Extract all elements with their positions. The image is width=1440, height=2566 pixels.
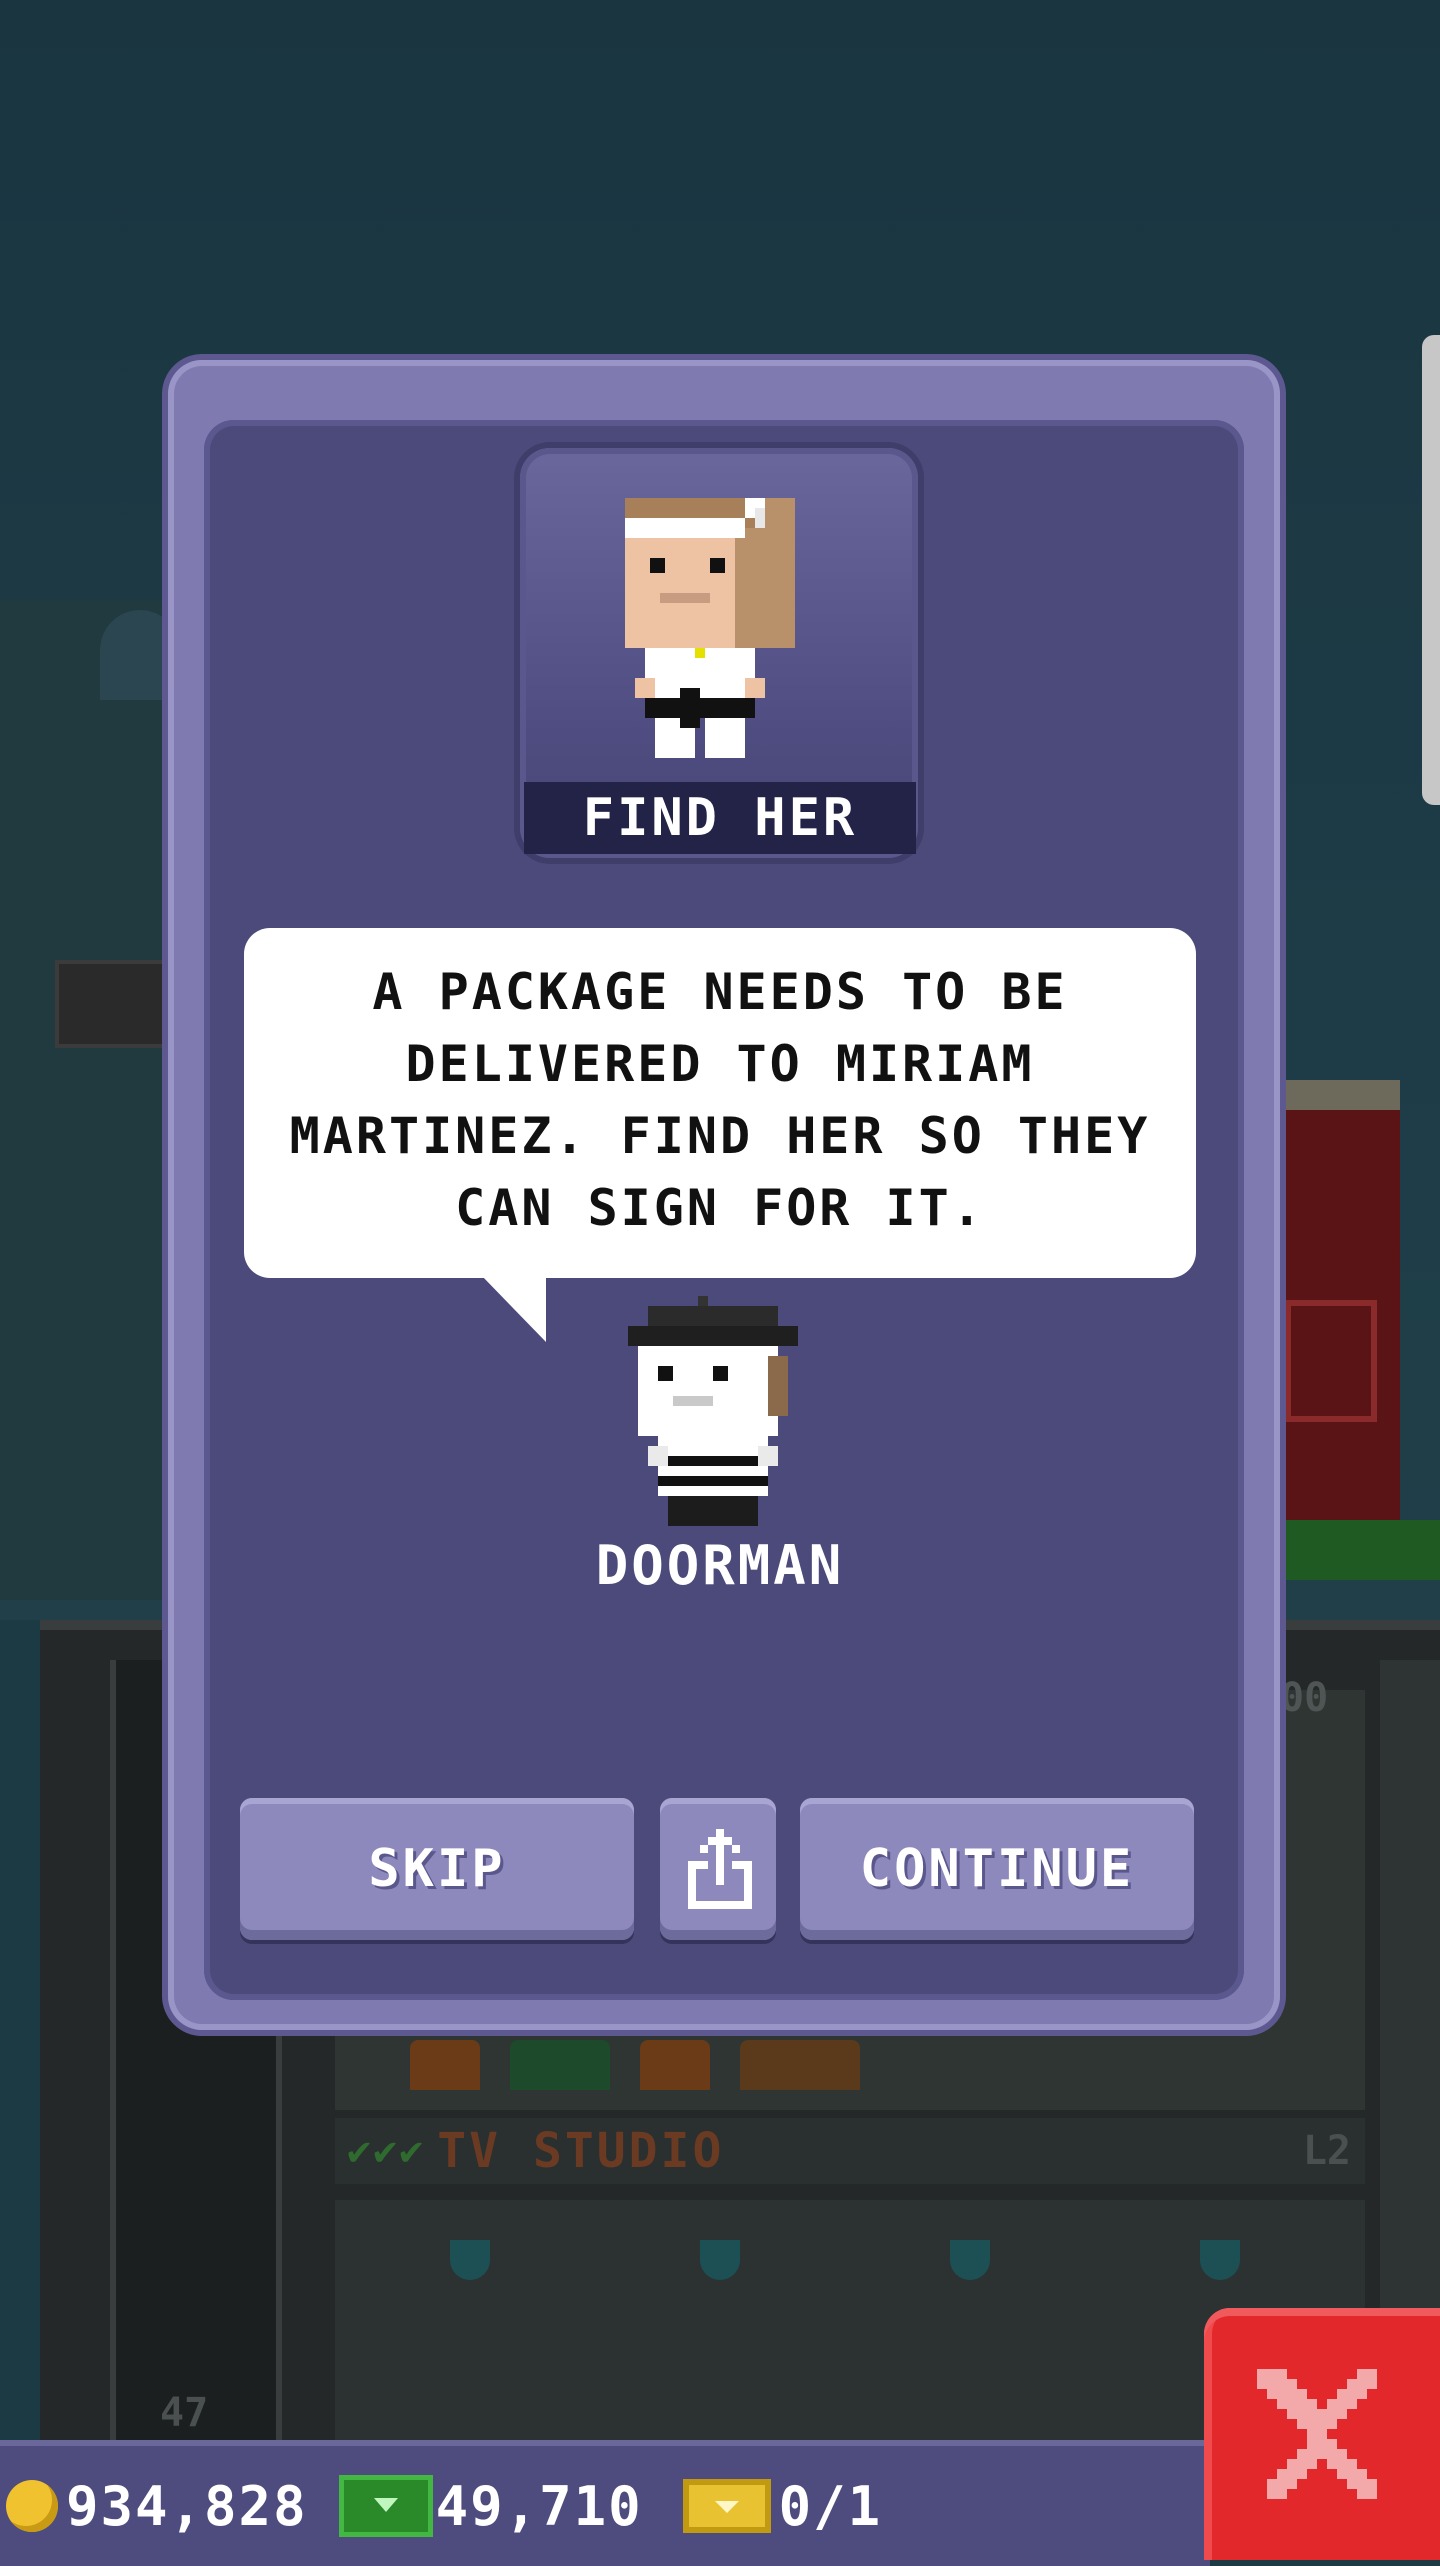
floor-number: 47 bbox=[160, 2390, 209, 2436]
speech-bubble-tail bbox=[482, 1276, 546, 1342]
bux-count[interactable]: 49,710 bbox=[436, 2475, 643, 2538]
goods-item bbox=[640, 2040, 710, 2090]
floor-name: TV STUDIO bbox=[437, 2123, 725, 2179]
continue-button[interactable]: CONTINUE bbox=[800, 1798, 1194, 1940]
mission-message: A PACKAGE NEEDS TO BE DELIVERED TO MIRIA… bbox=[289, 963, 1151, 1237]
golden-ticket-icon[interactable] bbox=[682, 2479, 771, 2533]
lamp-icon bbox=[950, 2240, 990, 2280]
share-button[interactable] bbox=[660, 1798, 776, 1940]
tower-bux-icon[interactable] bbox=[343, 2480, 428, 2532]
lamp-icon bbox=[1200, 2240, 1240, 2280]
currency-bar: 934,828 49,710 0/1 bbox=[0, 2440, 1210, 2566]
doorman-sprite-icon bbox=[628, 1296, 798, 1526]
upper-floor-value: 00 bbox=[1280, 1675, 1329, 1721]
close-icon bbox=[1257, 2369, 1377, 2499]
mission-title: FIND HER bbox=[524, 782, 916, 854]
rooftop-grass bbox=[1270, 1520, 1440, 1580]
close-button[interactable] bbox=[1204, 2308, 1440, 2560]
floor-label-strip[interactable]: ✔✔✔ TV STUDIO L2 bbox=[335, 2118, 1365, 2184]
rooftop-sign bbox=[55, 960, 183, 1048]
speech-bubble: A PACKAGE NEEDS TO BE DELIVERED TO MIRIA… bbox=[244, 928, 1196, 1278]
floor-level: L2 bbox=[1302, 2128, 1351, 2174]
lamp-icon bbox=[450, 2240, 490, 2280]
coins-count: 934,828 bbox=[66, 2474, 308, 2538]
side-panel-tab[interactable] bbox=[1422, 335, 1440, 805]
goods-item bbox=[510, 2040, 610, 2090]
goods-item bbox=[740, 2040, 860, 2090]
share-icon bbox=[688, 1829, 752, 1909]
miriam-sprite-icon bbox=[625, 498, 795, 758]
goods-item bbox=[410, 2040, 480, 2090]
skip-button[interactable]: SKIP bbox=[240, 1798, 634, 1940]
tickets-count[interactable]: 0/1 bbox=[779, 2475, 883, 2538]
barn-door bbox=[1285, 1300, 1377, 1422]
lamp-icon bbox=[700, 2240, 740, 2280]
coin-icon bbox=[6, 2480, 58, 2532]
floor-goods-shelf bbox=[410, 2030, 1290, 2090]
speaker-name: DOORMAN bbox=[595, 1534, 845, 1597]
floor-check-icons: ✔✔✔ bbox=[347, 2128, 426, 2174]
